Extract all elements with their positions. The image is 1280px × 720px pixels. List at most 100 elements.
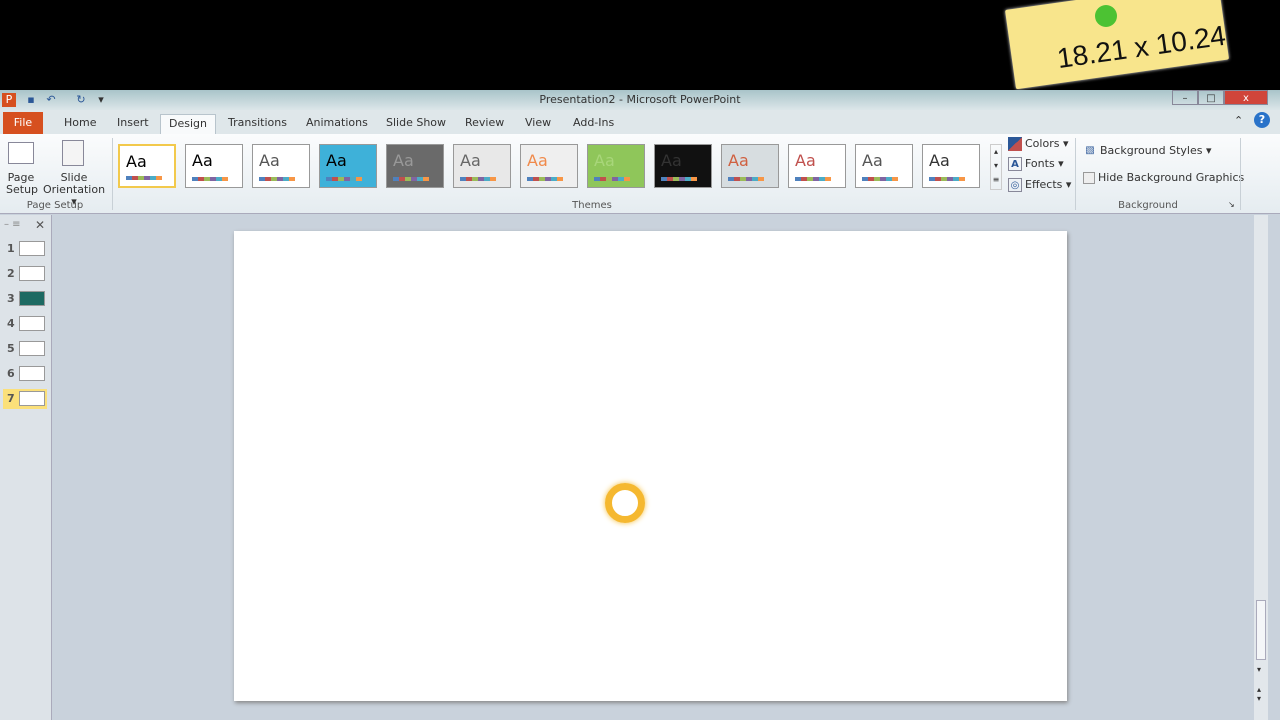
theme-sample-text: Aa xyxy=(795,151,816,170)
slide-preview xyxy=(19,391,45,406)
tab-review[interactable]: Review xyxy=(457,114,512,134)
slide-preview xyxy=(19,291,45,306)
theme-thumbnail[interactable]: Aa xyxy=(520,144,578,188)
gallery-scroll[interactable]: ▴ ▾ ≡ xyxy=(990,144,1002,190)
vertical-scrollbar[interactable]: ▾ ▴ ▾ xyxy=(1254,215,1268,720)
theme-color-swatches xyxy=(527,177,563,181)
checkbox-icon xyxy=(1083,172,1095,184)
slide-canvas[interactable] xyxy=(234,231,1067,701)
hide-background-graphics-checkbox[interactable]: Hide Background Graphics xyxy=(1083,171,1244,184)
theme-thumbnail[interactable]: Aa xyxy=(453,144,511,188)
cursor-highlight xyxy=(605,483,645,523)
page-setup-button[interactable]: Page Setup xyxy=(6,172,38,196)
divider xyxy=(1240,138,1241,210)
close-panel-icon[interactable]: ✕ xyxy=(35,218,45,232)
fonts-label: Fonts ▾ xyxy=(1025,157,1064,170)
theme-thumbnail[interactable]: Aa xyxy=(319,144,377,188)
theme-sample-text: Aa xyxy=(594,151,615,170)
colors-button[interactable]: Colors ▾ xyxy=(1008,137,1068,151)
pushpin-icon xyxy=(1095,5,1117,27)
theme-color-swatches xyxy=(661,177,697,181)
fonts-button[interactable]: A Fonts ▾ xyxy=(1008,157,1064,171)
slide-thumbnail[interactable]: 7 xyxy=(3,389,47,409)
theme-thumbnail[interactable]: Aa xyxy=(118,144,176,188)
tab-design[interactable]: Design xyxy=(160,114,216,134)
tab-file[interactable]: File xyxy=(3,112,43,134)
theme-thumbnail[interactable]: Aa xyxy=(185,144,243,188)
theme-color-swatches xyxy=(326,177,362,181)
help-icon[interactable]: ? xyxy=(1254,112,1270,128)
scroll-thumb[interactable] xyxy=(1256,600,1266,660)
page-setup-icon xyxy=(8,142,34,164)
slide-number: 2 xyxy=(7,267,15,280)
slide-thumbnail[interactable]: 6 xyxy=(3,364,47,384)
themes-group-label: Themes xyxy=(572,200,612,211)
theme-sample-text: Aa xyxy=(929,151,950,170)
theme-thumbnail[interactable]: Aa xyxy=(654,144,712,188)
theme-color-swatches xyxy=(259,177,295,181)
background-styles-icon: ▧ xyxy=(1085,145,1095,156)
theme-thumbnail[interactable]: Aa xyxy=(252,144,310,188)
ribbon-tabs: File Home Insert Design Transitions Anim… xyxy=(0,110,1280,134)
theme-thumbnail[interactable]: Aa xyxy=(922,144,980,188)
theme-thumbnail[interactable]: Aa xyxy=(721,144,779,188)
fonts-icon: A xyxy=(1008,157,1022,171)
background-styles-label: Background Styles ▾ xyxy=(1100,144,1212,157)
theme-thumbnail[interactable]: Aa xyxy=(587,144,645,188)
theme-sample-text: Aa xyxy=(393,151,414,170)
theme-color-swatches xyxy=(192,177,228,181)
prev-next-slide-icon[interactable]: ▴ ▾ xyxy=(1257,685,1261,703)
theme-thumbnail[interactable]: Aa xyxy=(386,144,444,188)
scroll-down-icon[interactable]: ▾ xyxy=(1257,665,1261,674)
slide-thumbnail[interactable]: 4 xyxy=(3,314,47,334)
effects-label: Effects ▾ xyxy=(1025,178,1072,191)
colors-icon xyxy=(1008,137,1022,151)
minimize-ribbon-icon[interactable]: ⌃ xyxy=(1234,114,1243,127)
theme-sample-text: Aa xyxy=(126,152,147,171)
title-bar: P ▪ ↶ ↻ ▾ Presentation2 - Microsoft Powe… xyxy=(0,90,1280,110)
tab-slide-show[interactable]: Slide Show xyxy=(378,114,454,134)
theme-color-swatches xyxy=(862,177,898,181)
tab-add-ins[interactable]: Add-Ins xyxy=(565,114,622,134)
dialog-launcher-icon[interactable]: ↘ xyxy=(1228,200,1235,209)
theme-sample-text: Aa xyxy=(661,151,682,170)
slide-number: 5 xyxy=(7,342,15,355)
theme-color-swatches xyxy=(126,176,162,180)
theme-sample-text: Aa xyxy=(259,151,280,170)
effects-button[interactable]: ◎ Effects ▾ xyxy=(1008,178,1071,192)
colors-label: Colors ▾ xyxy=(1025,137,1069,150)
slide-thumbnail[interactable]: 1 xyxy=(3,239,47,259)
tab-animations[interactable]: Animations xyxy=(298,114,376,134)
slide-number: 6 xyxy=(7,367,15,380)
effects-icon: ◎ xyxy=(1008,178,1022,192)
tab-home[interactable]: Home xyxy=(56,114,104,134)
maximize-button[interactable]: □ xyxy=(1198,90,1224,105)
theme-sample-text: Aa xyxy=(326,151,347,170)
slide-thumbnail[interactable]: 2 xyxy=(3,264,47,284)
window-title: Presentation2 - Microsoft PowerPoint xyxy=(539,93,741,106)
theme-color-swatches xyxy=(594,177,630,181)
slide-orientation-icon xyxy=(62,140,84,166)
background-group-label: Background xyxy=(1118,200,1178,211)
close-button[interactable]: x xyxy=(1224,90,1268,105)
tab-insert[interactable]: Insert xyxy=(109,114,157,134)
theme-thumbnail[interactable]: Aa xyxy=(788,144,846,188)
outline-tab-icon[interactable]: – ≡ xyxy=(4,219,21,230)
slide-thumbnail[interactable]: 3 xyxy=(3,289,47,309)
background-styles-button[interactable]: ▧ Background Styles ▾ xyxy=(1083,144,1212,158)
slide-thumbnail[interactable]: 5 xyxy=(3,339,47,359)
slide-preview xyxy=(19,316,45,331)
tab-view[interactable]: View xyxy=(517,114,559,134)
tab-transitions[interactable]: Transitions xyxy=(220,114,295,134)
sticky-note-text: 18.21 x 10.24 xyxy=(1055,19,1228,75)
slide-preview xyxy=(19,366,45,381)
slide-preview xyxy=(19,241,45,256)
theme-thumbnail[interactable]: Aa xyxy=(855,144,913,188)
slide-number: 4 xyxy=(7,317,15,330)
theme-color-swatches xyxy=(929,177,965,181)
minimize-button[interactable]: – xyxy=(1172,90,1198,105)
slides-panel: – ≡ ✕ 1 2 3 4 5 6 7 xyxy=(0,215,52,720)
slide-number: 3 xyxy=(7,292,15,305)
hide-background-graphics-label: Hide Background Graphics xyxy=(1098,171,1245,184)
powerpoint-window: P ▪ ↶ ↻ ▾ Presentation2 - Microsoft Powe… xyxy=(0,90,1280,720)
